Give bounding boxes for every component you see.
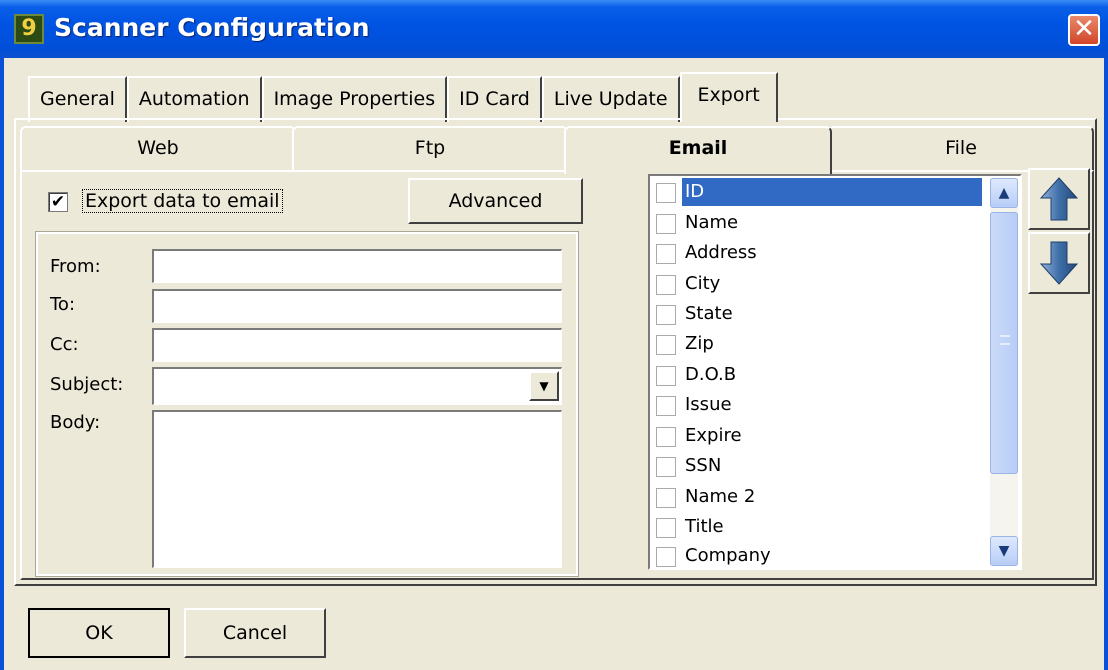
item-checkbox[interactable]	[656, 183, 676, 203]
item-checkbox[interactable]	[656, 427, 676, 447]
advanced-button[interactable]: Advanced	[408, 178, 583, 224]
list-item[interactable]: Issue	[654, 391, 980, 421]
export-email-label[interactable]: Export data to email	[82, 189, 283, 213]
close-button[interactable]: ✕	[1068, 14, 1100, 46]
list-item[interactable]: SSN	[654, 452, 980, 482]
subtab-email[interactable]: Email	[564, 126, 832, 174]
item-checkbox[interactable]	[656, 396, 676, 416]
arrow-down-icon	[1039, 241, 1079, 285]
tab-automation[interactable]: Automation	[126, 76, 262, 122]
move-up-button[interactable]	[1028, 168, 1090, 230]
cc-label: Cc:	[50, 334, 79, 355]
chevron-down-icon: ▼	[539, 379, 549, 393]
tab-live-update[interactable]: Live Update	[541, 76, 680, 122]
from-label: From:	[50, 256, 101, 277]
from-field[interactable]	[152, 249, 562, 283]
item-checkbox[interactable]	[656, 547, 676, 567]
subject-label: Subject:	[50, 374, 124, 395]
cancel-button[interactable]: Cancel	[184, 608, 326, 658]
subtab-file[interactable]: File	[828, 126, 1094, 172]
list-item[interactable]: ID	[654, 178, 982, 208]
cc-field[interactable]	[152, 328, 562, 362]
grip-icon	[1000, 335, 1010, 345]
tab-export[interactable]: Export	[679, 72, 778, 122]
item-checkbox[interactable]	[656, 305, 676, 325]
list-item[interactable]: Name 2	[654, 483, 980, 513]
arrow-up-icon	[1039, 177, 1079, 221]
list-item[interactable]: City	[654, 270, 980, 300]
tab-image-properties[interactable]: Image Properties	[261, 76, 448, 122]
list-item[interactable]: Zip	[654, 330, 980, 360]
fields-listbox[interactable]: ID Name Address City State Zip D.O.B Iss…	[648, 174, 1022, 570]
subtab-ftp[interactable]: Ftp	[292, 126, 568, 172]
move-down-button[interactable]	[1028, 232, 1090, 294]
app-icon: 9	[14, 14, 44, 44]
tab-general[interactable]: General	[28, 76, 127, 122]
list-item[interactable]: Company	[654, 542, 980, 568]
item-checkbox[interactable]	[656, 366, 676, 386]
scanner-config-window: 9 Scanner Configuration ✕ General Automa…	[0, 0, 1108, 670]
window-title: Scanner Configuration	[54, 13, 370, 42]
subtab-web[interactable]: Web	[20, 126, 296, 172]
item-checkbox[interactable]	[656, 457, 676, 477]
body-label: Body:	[50, 412, 101, 433]
export-email-checkbox[interactable]: ✔	[48, 192, 68, 212]
list-item[interactable]: State	[654, 300, 980, 330]
scroll-up-button[interactable]: ▲	[990, 178, 1018, 208]
subject-dropdown-button[interactable]: ▼	[529, 371, 559, 401]
body-textarea[interactable]	[152, 410, 562, 568]
scroll-down-button[interactable]: ▼	[990, 536, 1018, 566]
to-label: To:	[50, 294, 76, 315]
chevron-up-icon: ▲	[998, 185, 1010, 201]
list-item[interactable]: Expire	[654, 422, 980, 452]
item-checkbox[interactable]	[656, 335, 676, 355]
to-field[interactable]	[152, 289, 562, 323]
item-checkbox[interactable]	[656, 275, 676, 295]
list-item[interactable]: Address	[654, 239, 980, 269]
list-item[interactable]: Name	[654, 209, 980, 239]
ok-button[interactable]: OK	[28, 608, 170, 658]
item-checkbox[interactable]	[656, 488, 676, 508]
tab-id-card[interactable]: ID Card	[447, 76, 542, 122]
list-item[interactable]: D.O.B	[654, 361, 980, 391]
scroll-thumb[interactable]	[990, 212, 1018, 474]
subject-combobox[interactable]: ▼	[152, 367, 562, 405]
chevron-down-icon: ▼	[998, 543, 1010, 559]
item-checkbox[interactable]	[656, 244, 676, 264]
title-bar[interactable]: 9 Scanner Configuration ✕	[0, 0, 1108, 58]
list-scrollbar[interactable]: ▲ ▼	[990, 178, 1018, 566]
list-item[interactable]: Title	[654, 513, 980, 543]
top-tab-strip: General Automation Image Properties ID C…	[28, 72, 778, 122]
item-checkbox[interactable]	[656, 518, 676, 538]
item-checkbox[interactable]	[656, 214, 676, 234]
